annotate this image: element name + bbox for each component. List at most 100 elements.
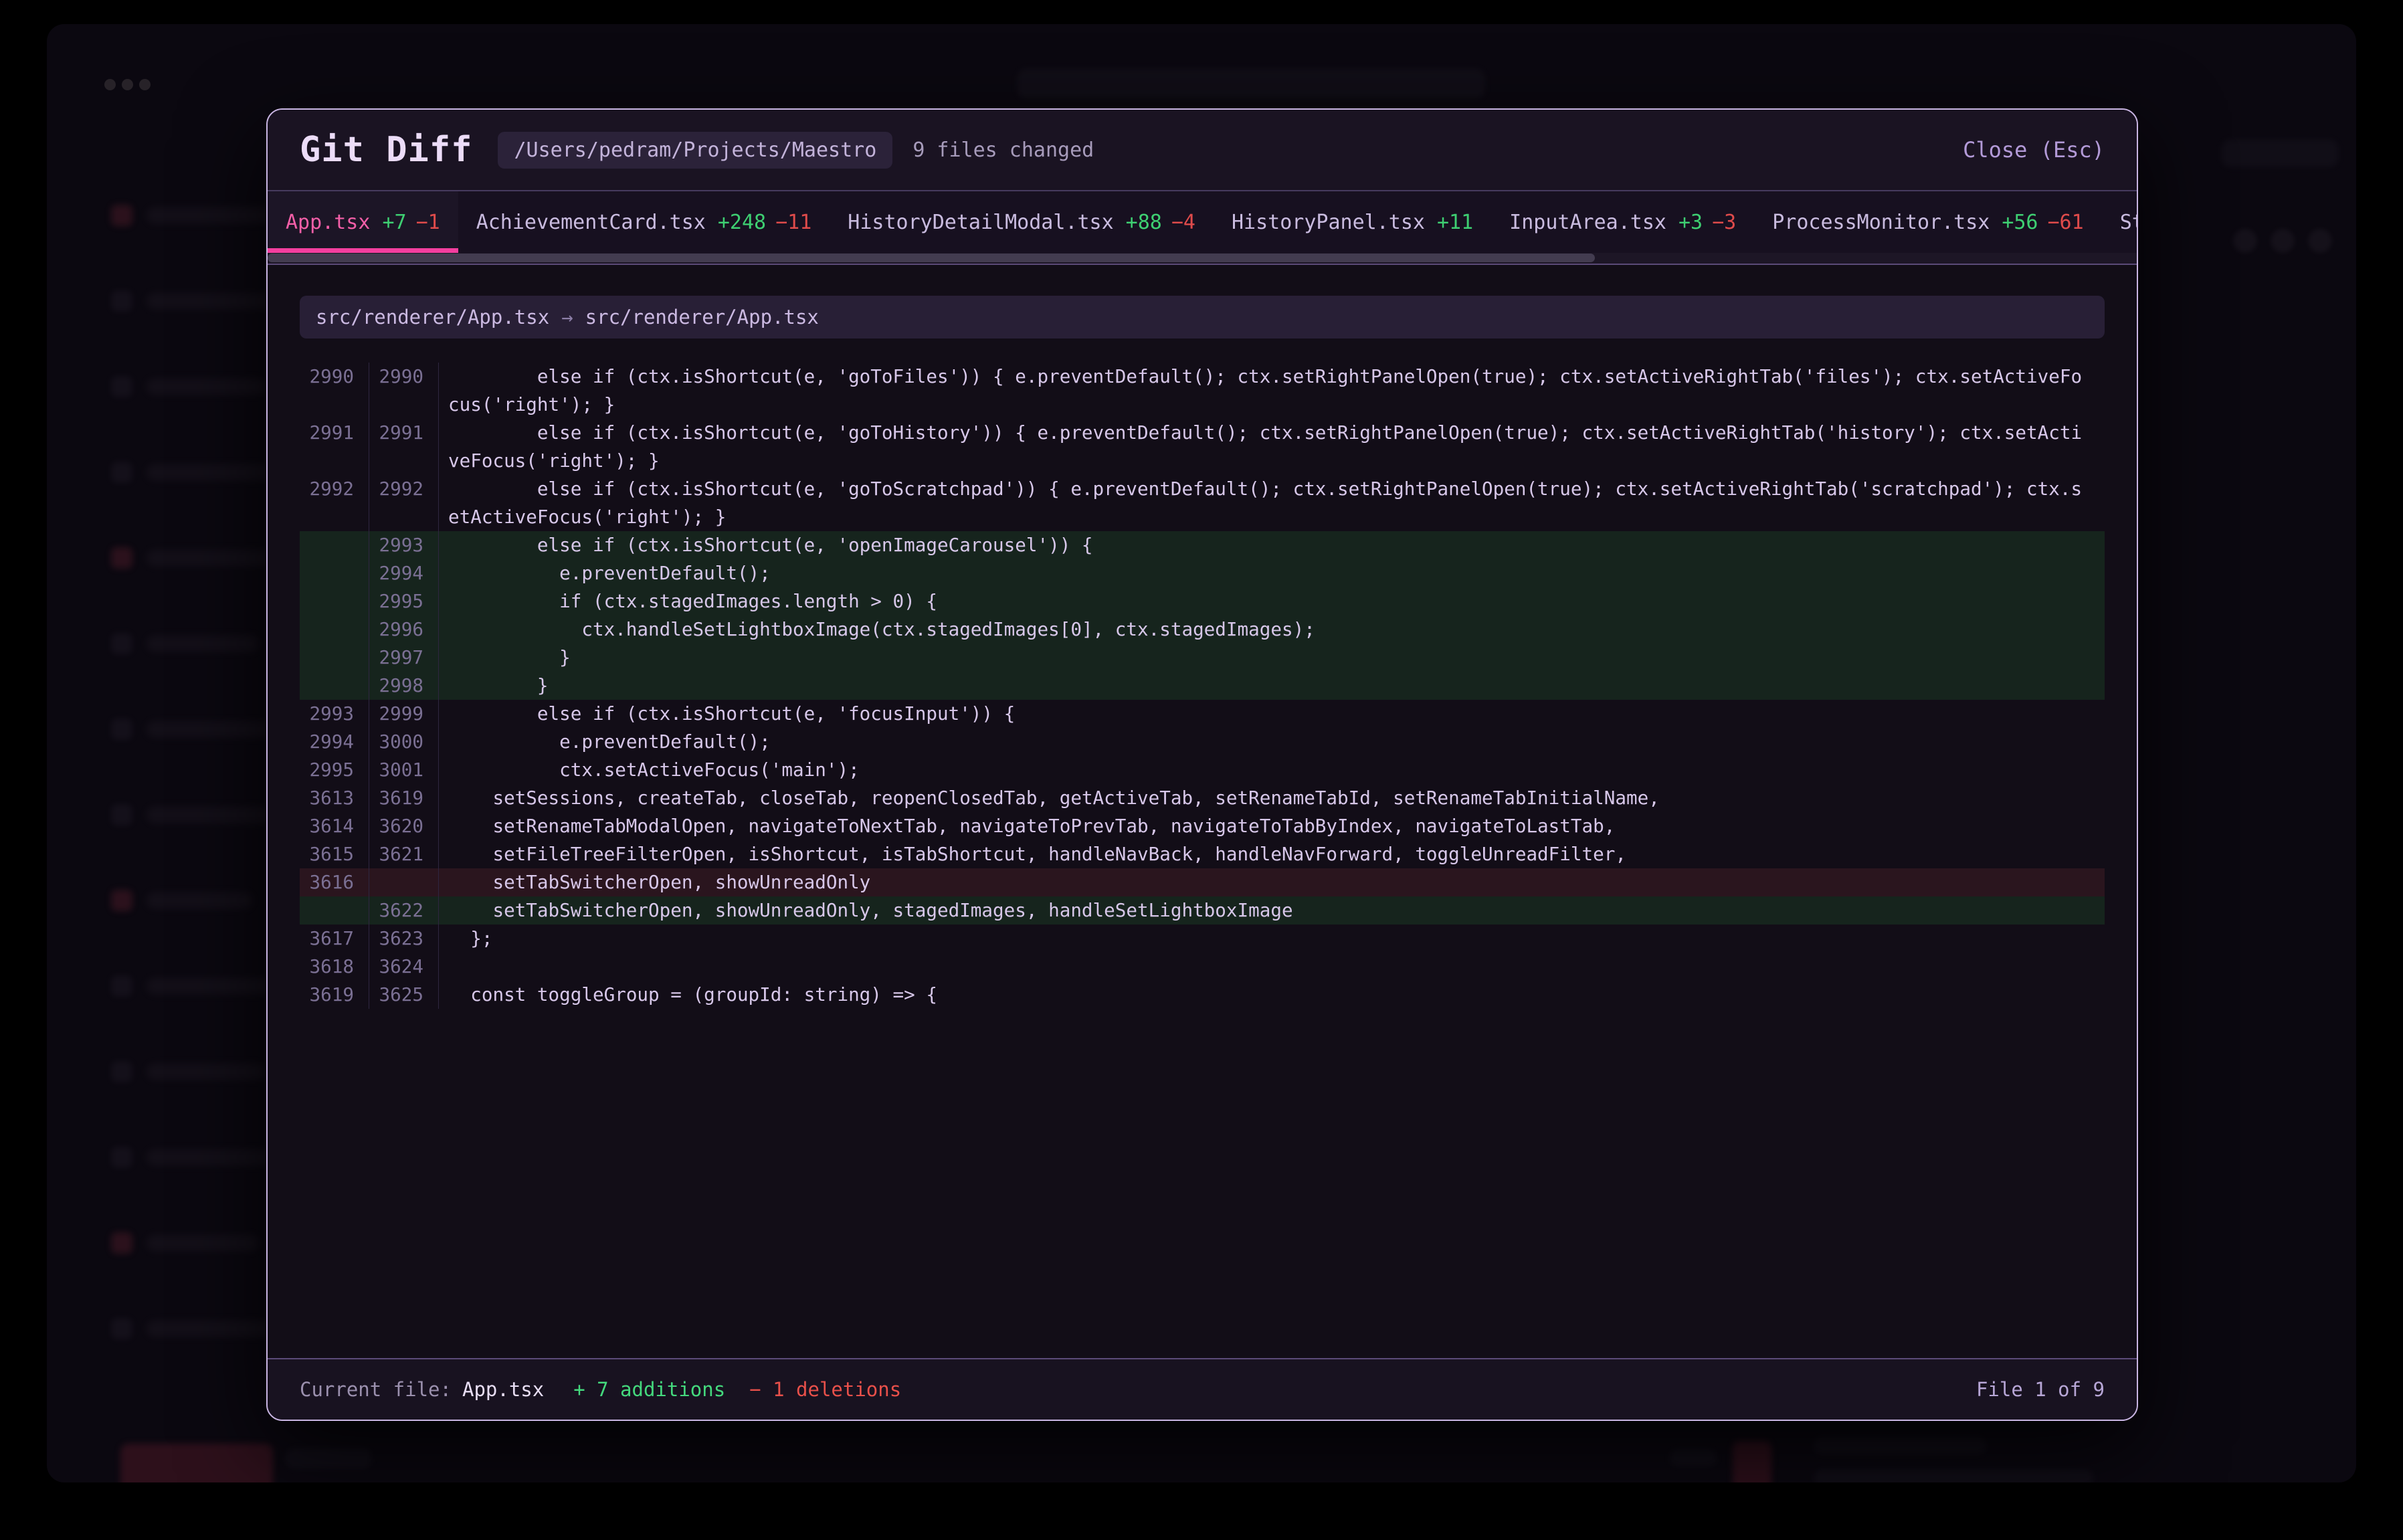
diff-row-added: 2998 } xyxy=(300,672,2105,700)
code-line: else if (ctx.isShortcut(e, 'focusInput')… xyxy=(439,700,2083,728)
code-line: e.preventDefault(); xyxy=(439,559,2083,587)
diff-row-context: 29953001 ctx.setActiveFocus('main'); xyxy=(300,756,2105,784)
dimmed-sidebar-icon xyxy=(111,547,132,569)
dimmed-sidebar-icon xyxy=(111,804,132,826)
dimmed-sidebar-icon xyxy=(111,1147,132,1168)
dimmed-sidebar-label xyxy=(146,549,280,567)
new-line-number: 3619 xyxy=(369,784,439,812)
old-line-number: 3618 xyxy=(300,953,369,981)
file-tab-achievementcard-tsx[interactable]: AchievementCard.tsx+248−11 xyxy=(458,191,830,253)
diff-row-context: 36153621 setFileTreeFilterOpen, isShortc… xyxy=(300,840,2105,868)
tab-additions: +7 xyxy=(382,211,406,234)
file-tab-historypanel-tsx[interactable]: HistoryPanel.tsx+11 xyxy=(1214,191,1491,253)
diff-row-context: 36133619 setSessions, createTab, closeTa… xyxy=(300,784,2105,812)
code-line: } xyxy=(439,644,2083,672)
tab-deletions: −11 xyxy=(775,211,811,234)
old-line-number xyxy=(300,672,369,700)
current-file-label: Current file: xyxy=(300,1378,452,1401)
maximize-traffic-light-icon[interactable] xyxy=(139,79,151,90)
old-line-number xyxy=(300,559,369,587)
new-line-number: 2990 xyxy=(369,363,439,419)
new-line-number: 3625 xyxy=(369,981,439,1009)
additions-count: + 7 additions xyxy=(573,1378,725,1401)
code-line: }; xyxy=(439,925,2083,953)
code-line: setTabSwitcherOpen, showUnreadOnly xyxy=(439,868,2083,896)
old-line-number: 3616 xyxy=(300,868,369,896)
old-line-number: 2993 xyxy=(300,700,369,728)
close-button[interactable]: Close (Esc) xyxy=(1963,137,2105,163)
dimmed-sidebar-label xyxy=(146,1234,260,1252)
repo-path-badge: /Users/pedram/Projects/Maestro xyxy=(498,132,892,169)
old-line-number xyxy=(300,644,369,672)
old-line-number: 2992 xyxy=(300,475,369,531)
dimmed-status-text xyxy=(1813,1469,2094,1482)
file-tab-historydetailmodal-tsx[interactable]: HistoryDetailModal.tsx+88−4 xyxy=(830,191,1214,253)
diff-row-added: 2995 if (ctx.stagedImages.length > 0) { xyxy=(300,587,2105,615)
file-path-to: src/renderer/App.tsx xyxy=(585,306,819,328)
dimmed-topright-button xyxy=(2221,139,2339,167)
tab-label: AchievementCard.tsx xyxy=(476,211,706,234)
code-line: else if (ctx.isShortcut(e, 'goToScratchp… xyxy=(439,475,2083,531)
files-changed-count: 9 files changed xyxy=(912,138,1094,162)
dimmed-sidebar-icon xyxy=(111,290,132,312)
new-line-number: 3001 xyxy=(369,756,439,784)
minimize-traffic-light-icon[interactable] xyxy=(122,79,133,90)
dimmed-sidebar-label xyxy=(146,292,286,310)
tabs-scrollbar-thumb[interactable] xyxy=(268,254,1595,262)
dimmed-sidebar-label xyxy=(146,1320,280,1337)
diff-row-added: 2994 e.preventDefault(); xyxy=(300,559,2105,587)
modal-header: Git Diff /Users/pedram/Projects/Maestro … xyxy=(268,110,2137,191)
dimmed-sidebar-icon xyxy=(111,205,132,226)
new-line-number: 2996 xyxy=(369,615,439,644)
code-line: setTabSwitcherOpen, showUnreadOnly, stag… xyxy=(439,896,2083,925)
diff-row-context: 29943000 e.preventDefault(); xyxy=(300,728,2105,756)
new-line-number: 2993 xyxy=(369,531,439,559)
new-line-number: 3623 xyxy=(369,925,439,953)
dimmed-sidebar-icon xyxy=(111,1061,132,1082)
file-path-from: src/renderer/App.tsx xyxy=(316,306,549,328)
old-line-number: 2991 xyxy=(300,419,369,475)
tab-additions: +56 xyxy=(2002,211,2038,234)
new-line-number: 3620 xyxy=(369,812,439,840)
dimmed-status-text xyxy=(1813,1437,1987,1454)
new-line-number: 3622 xyxy=(369,896,439,925)
dimmed-sidebar-label xyxy=(146,635,260,652)
screen: Git Diff /Users/pedram/Projects/Maestro … xyxy=(0,0,2403,1540)
dimmed-topright-icon xyxy=(2233,229,2257,253)
dimmed-sidebar-icon xyxy=(111,1232,132,1254)
file-tab-app-tsx[interactable]: App.tsx+7−1 xyxy=(268,191,458,253)
git-diff-modal: Git Diff /Users/pedram/Projects/Maestro … xyxy=(266,108,2138,1421)
new-line-number: 2999 xyxy=(369,700,439,728)
modal-title: Git Diff xyxy=(300,130,472,170)
new-line-number: 2992 xyxy=(369,475,439,531)
new-line-number: 3621 xyxy=(369,840,439,868)
file-tab-stand[interactable]: Stand xyxy=(2102,191,2137,253)
file-tab-processmonitor-tsx[interactable]: ProcessMonitor.tsx+56−61 xyxy=(1754,191,2101,253)
diff-row-added: 2997 } xyxy=(300,644,2105,672)
file-rename-header: src/renderer/App.tsx → src/renderer/App.… xyxy=(300,296,2105,339)
old-line-number: 2995 xyxy=(300,756,369,784)
new-line-number: 2998 xyxy=(369,672,439,700)
close-traffic-light-icon[interactable] xyxy=(104,79,116,90)
code-line: } xyxy=(439,672,2083,700)
diff-content: src/renderer/App.tsx → src/renderer/App.… xyxy=(268,265,2137,1358)
new-line-number: 3624 xyxy=(369,953,439,981)
code-line: setRenameTabModalOpen, navigateToNextTab… xyxy=(439,812,2083,840)
dimmed-sidebar-label xyxy=(146,1063,266,1080)
file-tab-inputarea-tsx[interactable]: InputArea.tsx+3−3 xyxy=(1491,191,1754,253)
file-position-indicator: File 1 of 9 xyxy=(1976,1378,2105,1401)
new-line-number xyxy=(369,868,439,896)
tab-deletions: −61 xyxy=(2048,211,2084,234)
modal-footer: Current file: App.tsx + 7 additions − 1 … xyxy=(268,1358,2137,1420)
code-line: ctx.handleSetLightboxImage(ctx.stagedIma… xyxy=(439,615,2083,644)
old-line-number: 3613 xyxy=(300,784,369,812)
tabs-scrollbar-track[interactable] xyxy=(268,253,2137,265)
dimmed-titlebar-text xyxy=(1017,68,1485,99)
dimmed-sidebar-label xyxy=(146,892,253,909)
old-line-number xyxy=(300,615,369,644)
old-line-number: 3617 xyxy=(300,925,369,953)
tab-additions: +88 xyxy=(1126,211,1162,234)
old-line-number xyxy=(300,587,369,615)
diff-row-added: 2996 ctx.handleSetLightboxImage(ctx.stag… xyxy=(300,615,2105,644)
dimmed-sidebar-icon xyxy=(111,1318,132,1339)
